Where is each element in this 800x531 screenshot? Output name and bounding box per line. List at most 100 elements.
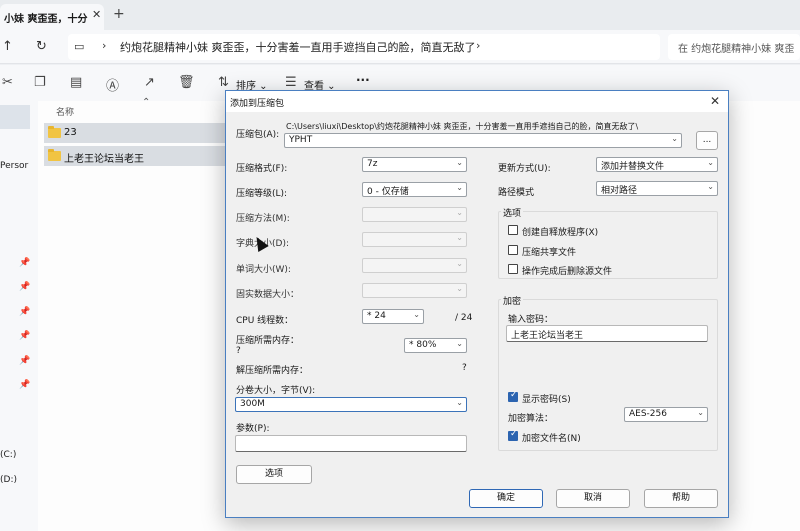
mem-percent-value: * 80% [409,340,437,350]
view-icon: ☰ [285,75,297,90]
format-value: 7z [367,159,378,169]
tab-bar: 小妹 爽歪歪，十分 ✕ + [0,0,800,30]
chevron-down-icon: ⌄ [707,158,714,167]
list-item-name: 23 [64,127,77,138]
new-tab-icon[interactable]: + [113,6,125,22]
sfx-checkbox[interactable] [508,225,518,235]
cpu-value: * 24 [367,311,386,321]
more-icon[interactable]: ··· [356,73,370,87]
dialog-title: 添加到压缩包 [230,99,285,109]
tab-explorer[interactable]: 小妹 爽歪歪，十分 [0,4,104,30]
chevron-down-icon: ⌄ [697,408,704,417]
add-to-archive-dialog: 添加到压缩包 ✕ 压缩包(A): C:\Users\liuxi\Desktop\… [225,90,729,518]
chevron-down-icon: ⌄ [456,233,463,242]
enc-method-value: AES-256 [629,409,667,419]
monitor-icon: ▭ [74,40,85,53]
chevron-right-icon[interactable]: › [102,39,106,52]
level-select[interactable]: 0 - 仅存储 ⌄ [362,182,467,197]
update-label: 更新方式(U): [498,164,551,174]
cut-icon[interactable]: ✂ [2,75,13,90]
format-select[interactable]: 7z ⌄ [362,157,467,172]
cpu-select[interactable]: * 24 ⌄ [362,309,424,324]
mem-decomp-value: ? [462,363,467,373]
pin-icon: 📌 [19,258,31,268]
sort-icon: ⇅ [218,75,229,90]
folder-icon [48,149,61,161]
copy-icon[interactable]: ❐ [34,75,46,90]
archive-label: 压缩包(A): [236,130,280,140]
shared-checkbox[interactable] [508,245,518,255]
chevron-down-icon: ⌄ [456,158,463,167]
word-label: 单词大小(W): [236,265,291,275]
chevron-right-icon[interactable]: › [476,39,480,52]
params-input[interactable] [235,435,467,452]
split-select[interactable]: 300M ⌄ [235,397,467,412]
mem-percent-select[interactable]: * 80% ⌄ [404,338,467,353]
address-path[interactable]: 约炮花腿精神小妹 爽歪歪，十分害羞一直用手遮挡自己的脸，简直无敌了 [120,39,476,55]
pin-icon: 📌 [19,307,31,317]
cancel-button[interactable]: 取消 [556,489,630,508]
browse-button[interactable]: ... [696,131,718,150]
level-label: 压缩等级(L): [236,189,288,199]
encrypt-names-label[interactable]: 加密文件名(N) [522,431,581,444]
password-input[interactable]: 上老王论坛当老王 [506,325,708,342]
delete-icon[interactable]: 🗑 [178,75,195,90]
rename-icon[interactable]: Ⓐ [106,75,119,94]
path-mode-select[interactable]: 相对路径 ⌄ [596,181,718,196]
chevron-down-icon: ⌄ [707,182,714,191]
chevron-down-icon[interactable]: ⌄ [671,134,678,143]
archive-name-combo[interactable]: YPHT ⌄ [284,133,682,148]
pin-icon: 📌 [19,282,31,292]
delete-checkbox[interactable] [508,264,518,274]
list-item[interactable]: 23 [44,123,234,143]
search-input[interactable]: 在 约炮花腿精神小妹 爽歪 [668,34,800,60]
chevron-down-icon: ⌄ [456,339,463,348]
chevron-down-icon: ⌄ [456,183,463,192]
sfx-label[interactable]: 创建自释放程序(X) [522,225,598,238]
paste-icon[interactable]: ▤ [70,75,82,90]
up-arrow-icon[interactable]: ↑ [2,39,13,54]
enc-method-label: 加密算法： [508,414,554,424]
help-button[interactable]: 帮助 [644,489,718,508]
chevron-down-icon: ⌄ [456,398,463,407]
mem-comp-label: 压缩所需内存： [236,336,300,346]
options-button[interactable]: 选项 [236,465,312,484]
sidebar-item-drive-c[interactable]: (C:) [0,450,16,460]
close-icon[interactable]: ✕ [710,94,720,108]
show-password-label[interactable]: 显示密码(S) [522,392,571,405]
pin-icon: 📌 [19,331,31,341]
refresh-icon[interactable]: ↻ [36,39,47,54]
list-item-name: 上老王论坛当老王 [64,154,144,165]
navigation-pane: Persor 📌 📌 📌 📌 📌 📌 (C:) (D:) [0,101,38,531]
tab-title: 小妹 爽歪歪，十分 [4,14,88,25]
list-item[interactable]: 上老王论坛当老王 [44,146,234,166]
chevron-down-icon: ⌄ [456,208,463,217]
pin-icon: 📌 [19,380,31,390]
path-mode-label: 路径模式 [498,188,535,198]
sidebar-item-drive-d[interactable]: (D:) [0,475,17,485]
tab-close-icon[interactable]: ✕ [92,8,101,21]
mem-comp-value: ? [236,346,241,356]
cpu-total: / 24 [455,313,473,323]
encrypt-names-checkbox[interactable] [508,429,518,441]
shared-label[interactable]: 压缩共享文件 [522,245,576,258]
cpu-label: CPU 线程数： [236,316,294,326]
sidebar-selected-item[interactable] [0,105,30,129]
dialog-titlebar[interactable]: 添加到压缩包 ✕ [226,91,728,112]
method-select: ⌄ [362,207,467,222]
enc-method-select[interactable]: AES-256 ⌄ [624,407,708,422]
sidebar-item-person[interactable]: Persor [0,161,28,171]
delete-label[interactable]: 操作完成后删除源文件 [522,264,612,277]
show-password-checkbox[interactable] [508,390,518,402]
share-icon[interactable]: ↗ [144,75,155,90]
archive-path: C:\Users\liuxi\Desktop\约炮花腿精神小妹 爽歪歪，十分害羞… [286,122,639,131]
ok-button[interactable]: 确定 [469,489,543,508]
address-bar: ↑ ↻ ▭ › 约炮花腿精神小妹 爽歪歪，十分害羞一直用手遮挡自己的脸，简直无敌… [0,30,800,64]
solid-select: ⌄ [362,283,467,298]
format-label: 压缩格式(F): [236,164,288,174]
update-select[interactable]: 添加并替换文件 ⌄ [596,157,718,172]
column-header-name[interactable]: 名称 [56,105,74,118]
method-label: 压缩方法(M): [236,214,290,224]
password-label: 输入密码： [508,315,554,325]
solid-label: 固实数据大小： [236,290,300,300]
